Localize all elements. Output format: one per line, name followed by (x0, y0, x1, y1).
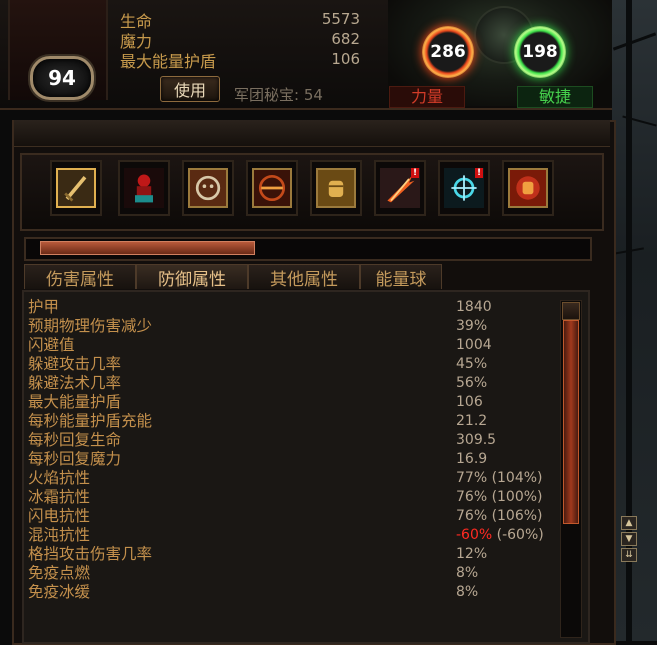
stat-row: 冰霜抗性 76% (100%) (28, 488, 558, 507)
chevron-down-icon[interactable]: ▼ (621, 532, 637, 546)
dexterity-label: 敏捷 (517, 86, 593, 108)
red-fist-icon[interactable] (508, 168, 548, 208)
stat-label: 冰霜抗性 (28, 488, 91, 506)
tab-defense-stats[interactable]: 防御属性 (136, 264, 248, 290)
stat-value: 16.9 (456, 451, 488, 467)
stat-label: 火焰抗性 (28, 469, 91, 487)
stat-row: 每秒回复魔力 16.9 (28, 450, 558, 469)
stat-row: 护甲 1840 (28, 298, 558, 317)
stat-value: 21.2 (456, 413, 488, 429)
stat-label: 免疫冰缓 (28, 583, 91, 601)
stat-label: 闪电抗性 (28, 507, 91, 525)
energy-shield-value: 106 (331, 50, 360, 68)
scroll-up-arrow-icon[interactable] (562, 302, 580, 320)
stat-value: 1004 (456, 337, 492, 353)
chevron-up-icon[interactable]: ▲ (621, 516, 637, 530)
stat-row: 混沌抗性 -60% (-60%) (28, 526, 558, 545)
progress-bar-fill (40, 241, 255, 255)
sword-icon[interactable] (56, 168, 96, 208)
stat-label: 护甲 (28, 298, 60, 316)
tab-damage-stats[interactable]: 伤害属性 (24, 264, 136, 290)
stat-value: 76% (106%) (456, 508, 543, 524)
red-warrior-icon[interactable] (124, 168, 164, 208)
stat-label: 每秒回复魔力 (28, 450, 122, 468)
stat-row: 躲避攻击几率 45% (28, 355, 558, 374)
tab-power-orbs[interactable]: 能量球 (360, 264, 442, 290)
stat-row: 最大能量护盾 106 (28, 393, 558, 412)
panel-header-bar (14, 120, 610, 147)
tab-other-stats[interactable]: 其他属性 (248, 264, 360, 290)
stat-value: 45% (456, 356, 488, 372)
energy-shield-label: 最大能量护盾 (120, 52, 217, 71)
strength-label: 力量 (389, 86, 465, 108)
stat-row: 每秒能量护盾充能 21.2 (28, 412, 558, 431)
level-badge: 94 (30, 56, 94, 100)
skeleton-icon[interactable] (188, 168, 228, 208)
stat-value: 309.5 (456, 432, 497, 448)
stat-value: 12% (456, 546, 488, 562)
stat-value: 8% (456, 565, 479, 581)
stat-label: 每秒能量护盾充能 (28, 412, 153, 430)
scrollbar-thumb[interactable] (563, 320, 579, 524)
stat-row: 格挡攻击伤害几率 12% (28, 545, 558, 564)
stat-row: 每秒回复生命 309.5 (28, 431, 558, 450)
fist-icon[interactable] (316, 168, 356, 208)
stat-value-negative: -60% (456, 527, 493, 543)
stat-row: 闪避值 1004 (28, 336, 558, 355)
stat-row: 免疫点燃 8% (28, 564, 558, 583)
stat-value: 8% (456, 584, 479, 600)
chevron-double-down-icon[interactable]: ⇊ (621, 548, 637, 562)
dexterity-orb: 198 (514, 26, 566, 78)
crossbow-icon[interactable] (252, 168, 292, 208)
stat-value: 56% (456, 375, 488, 391)
stat-label: 预期物理伤害减少 (28, 317, 153, 335)
stat-row: 闪电抗性 76% (106%) (28, 507, 558, 526)
mana-value: 682 (331, 30, 360, 48)
legion-treasure-label: 军团秘宝: 54 (234, 86, 323, 104)
stat-value: 1840 (456, 299, 492, 315)
stat-row: 免疫冰缓 8% (28, 583, 558, 602)
stat-row: 躲避法术几率 56% (28, 374, 558, 393)
stat-row: 预期物理伤害减少 39% (28, 317, 558, 336)
stat-label: 最大能量护盾 (28, 393, 122, 411)
stat-label: 混沌抗性 (28, 526, 91, 544)
stat-value: -60% (-60%) (456, 526, 544, 545)
stat-label: 格挡攻击伤害几率 (28, 545, 153, 563)
stat-label: 闪避值 (28, 336, 75, 354)
stat-value: 76% (100%) (456, 489, 543, 505)
strength-orb: 286 (422, 26, 474, 78)
stat-label: 躲避攻击几率 (28, 355, 122, 373)
use-button[interactable]: 使用 (160, 76, 220, 102)
stat-value: 77% (104%) (456, 470, 543, 486)
stat-value-extra: (-60%) (492, 527, 544, 543)
stat-label: 免疫点燃 (28, 564, 91, 582)
skill-alert-badge: ! (475, 168, 483, 178)
stat-label: 躲避法术几率 (28, 374, 122, 392)
stat-value: 106 (456, 394, 483, 410)
skill-alert-badge: ! (411, 168, 419, 178)
stat-value: 39% (456, 318, 488, 334)
life-value: 5573 (321, 10, 360, 28)
stat-row: 火焰抗性 77% (104%) (28, 469, 558, 488)
stat-label: 每秒回复生命 (28, 431, 122, 449)
